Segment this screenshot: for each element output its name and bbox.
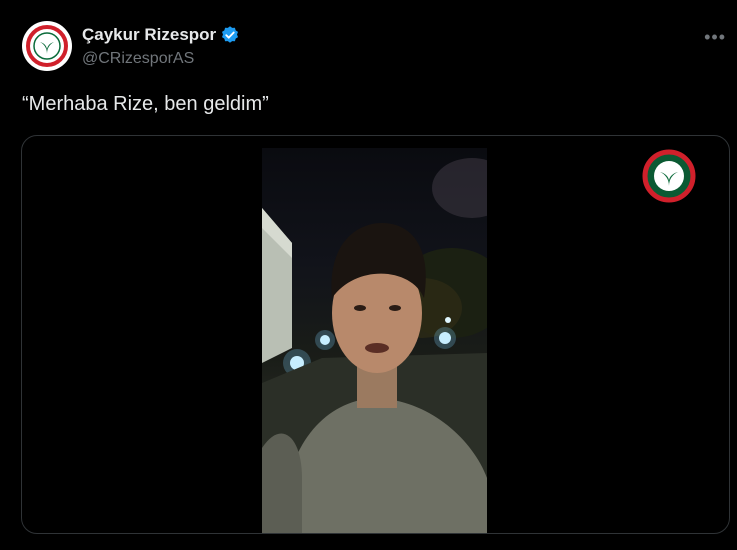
author-handle[interactable]: @CRizesporAS — [82, 50, 240, 68]
video-thumbnail — [262, 158, 487, 533]
video-frame[interactable] — [262, 148, 487, 533]
more-options-icon[interactable]: ••• — [704, 27, 726, 48]
video-player[interactable] — [21, 135, 730, 534]
avatar[interactable] — [22, 21, 72, 71]
verified-badge-icon — [222, 26, 239, 43]
author-info: Çaykur Rizespor @CRizesporAS — [82, 25, 240, 68]
author-display-name[interactable]: Çaykur Rizespor — [82, 25, 216, 45]
rizespor-crest-icon — [641, 148, 697, 204]
tweet-header: Çaykur Rizespor @CRizesporAS ••• — [22, 21, 725, 73]
rizespor-crest-icon — [26, 25, 68, 67]
tweet-text: “Merhaba Rize, ben geldim” — [22, 93, 269, 115]
